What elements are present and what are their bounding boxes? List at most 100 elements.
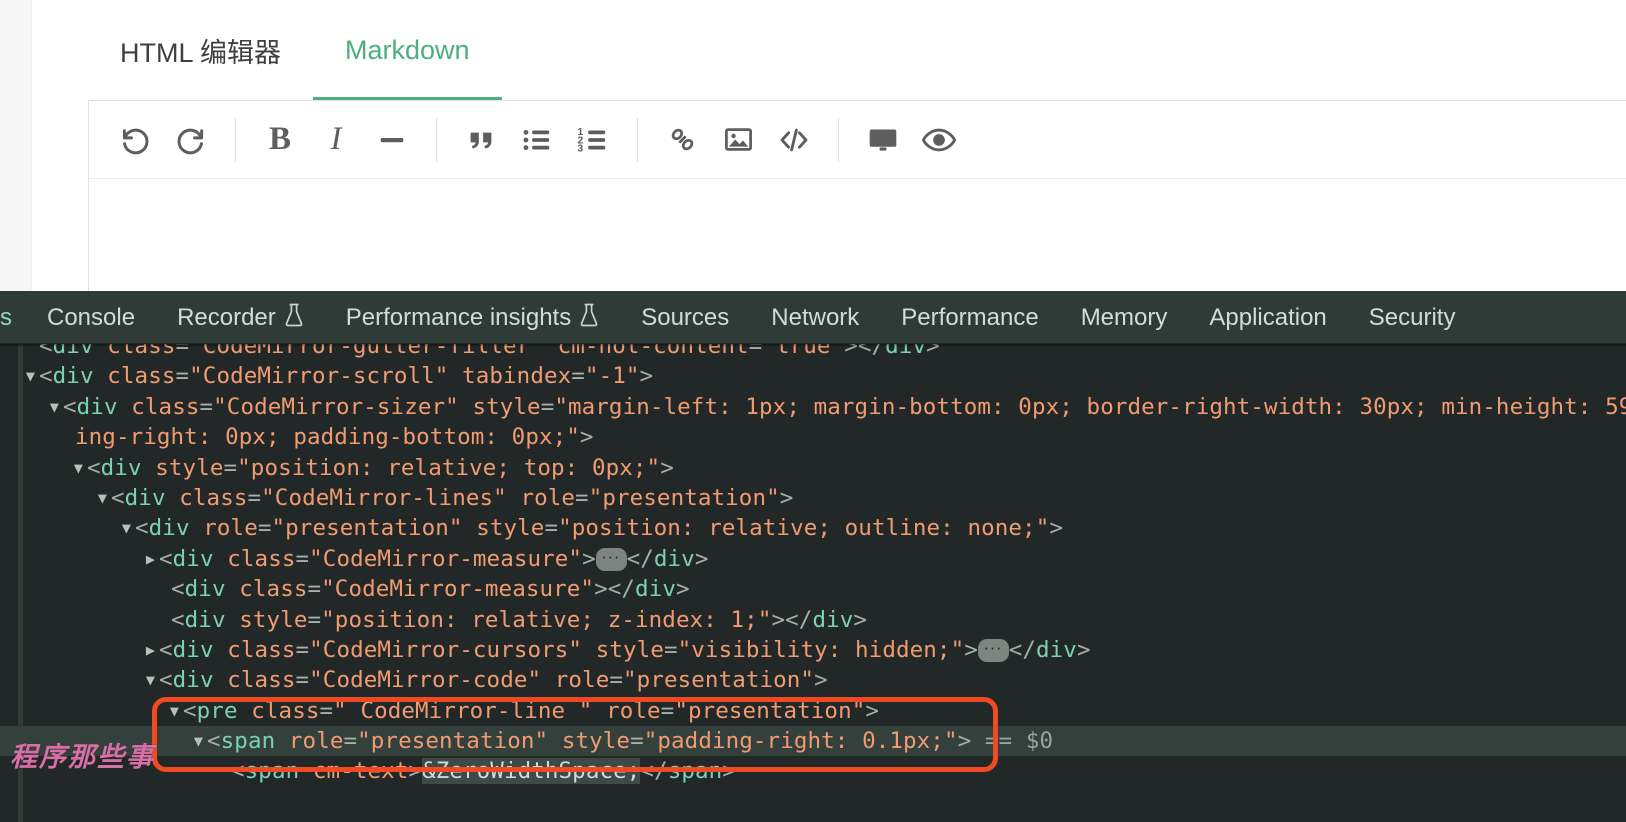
devtools-tab-application[interactable]: Application bbox=[1188, 291, 1347, 344]
markdown-text-area[interactable] bbox=[88, 179, 1626, 291]
dom-token-punc: > bbox=[814, 667, 828, 693]
dom-tree-row[interactable]: <div class="CodeMirror-measure"></div> bbox=[0, 574, 1626, 604]
dom-tree-row[interactable]: ▼<div role="presentation" style="positio… bbox=[0, 513, 1626, 543]
expand-triangle-icon[interactable]: ▶ bbox=[142, 635, 159, 665]
image-icon[interactable] bbox=[710, 112, 766, 168]
dom-token-punc: < bbox=[135, 515, 149, 541]
dom-tree-row[interactable]: <div style="position: relative; z-index:… bbox=[0, 605, 1626, 635]
dom-token-val: "CodeMirror-sizer" bbox=[213, 394, 459, 420]
devtools-tab-console[interactable]: Console bbox=[26, 291, 156, 344]
dom-token-tagn: div bbox=[635, 576, 676, 602]
redo-icon[interactable] bbox=[163, 112, 219, 168]
tab-markdown[interactable]: Markdown bbox=[313, 0, 502, 100]
dom-token-attr: role bbox=[190, 515, 258, 541]
quote-icon[interactable] bbox=[453, 112, 509, 168]
dom-token-val: "CodeMirror-measure" bbox=[309, 546, 582, 572]
dom-token-punc: < bbox=[231, 758, 245, 784]
devtools-tab-performance[interactable]: Performance bbox=[880, 291, 1059, 344]
devtools-tab-performance-insights[interactable]: Performance insights bbox=[325, 291, 620, 344]
editor-tab-strip: HTML 编辑器 Markdown bbox=[88, 0, 1626, 100]
dom-token-punc: = bbox=[664, 637, 678, 663]
dom-token-tagn: div bbox=[173, 546, 214, 572]
dom-token-tagn: div bbox=[149, 515, 190, 541]
experiment-flask-icon bbox=[579, 301, 599, 334]
dom-token-punc: = bbox=[200, 394, 214, 420]
undo-icon[interactable] bbox=[107, 112, 163, 168]
italic-icon[interactable]: I bbox=[308, 112, 364, 168]
dom-tree-row[interactable]: ▶<div class="CodeMirror-measure">···</di… bbox=[0, 544, 1626, 574]
dom-tree-row[interactable]: ▼<div class="CodeMirror-lines" role="pre… bbox=[0, 483, 1626, 513]
editor-tab-label: HTML 编辑器 bbox=[120, 31, 281, 70]
collapse-triangle-icon[interactable]: ▼ bbox=[166, 696, 183, 726]
devtools-tab-label: Recorder bbox=[177, 304, 276, 332]
dom-token-punc: = bbox=[258, 515, 272, 541]
collapse-triangle-icon[interactable]: ▼ bbox=[46, 392, 63, 422]
unordered-list-icon[interactable] bbox=[509, 112, 565, 168]
triangle-placeholder bbox=[154, 605, 171, 635]
dom-token-tagn: div bbox=[125, 485, 166, 511]
dom-token-tagn: div bbox=[812, 607, 853, 633]
dom-tree-row[interactable]: ▼<span role="presentation" style="paddin… bbox=[0, 726, 1626, 756]
collapse-triangle-icon[interactable]: ▼ bbox=[70, 453, 87, 483]
link-icon[interactable] bbox=[654, 112, 710, 168]
eye-preview-icon[interactable] bbox=[911, 112, 967, 168]
dom-token-punc: = bbox=[571, 363, 585, 389]
collapsed-children-ellipsis[interactable]: ··· bbox=[978, 639, 1009, 662]
devtools-tab-memory[interactable]: Memory bbox=[1060, 291, 1189, 344]
dom-token-punc: </ bbox=[627, 546, 654, 572]
dom-token-val: "true" bbox=[762, 344, 844, 359]
dom-token-attr: class bbox=[94, 344, 176, 359]
collapse-triangle-icon[interactable]: ▼ bbox=[22, 361, 39, 391]
devtools-tab-sources[interactable]: Sources bbox=[620, 291, 750, 344]
dom-token-punc: > bbox=[1077, 637, 1091, 663]
dom-token-punc: < bbox=[63, 394, 77, 420]
dom-tree-row[interactable]: <div class="CodeMirror-gutter-filler" cm… bbox=[0, 344, 1626, 361]
dom-token-attr: style bbox=[582, 637, 664, 663]
collapsed-children-ellipsis[interactable]: ··· bbox=[596, 548, 627, 571]
dom-token-punc: < bbox=[159, 546, 173, 572]
dom-tree-row[interactable]: ▼<div class="CodeMirror-scroll" tabindex… bbox=[0, 361, 1626, 391]
dom-tree-row[interactable]: ▼<div class="CodeMirror-sizer" style="ma… bbox=[0, 392, 1626, 422]
dom-tree-row[interactable]: ▼<div class="CodeMirror-code" role="pres… bbox=[0, 665, 1626, 695]
code-icon[interactable] bbox=[766, 112, 822, 168]
dom-token-punc: = bbox=[296, 667, 310, 693]
dom-token-attr: class bbox=[238, 698, 320, 724]
fullscreen-monitor-icon[interactable] bbox=[855, 112, 911, 168]
dom-token-attr: style bbox=[463, 515, 545, 541]
dom-token-punc: = bbox=[609, 667, 623, 693]
dom-token-tagn: div bbox=[185, 607, 226, 633]
ordered-list-icon[interactable]: 123 bbox=[565, 112, 621, 168]
editor-tab-label: Markdown bbox=[345, 35, 470, 66]
dom-tree-row[interactable]: ▼<div style="position: relative; top: 0p… bbox=[0, 453, 1626, 483]
toolbar-separator bbox=[235, 118, 236, 162]
dom-token-tagn: div bbox=[53, 344, 94, 359]
horizontal-rule-icon[interactable] bbox=[364, 112, 420, 168]
dom-token-attr: role bbox=[275, 728, 343, 754]
collapse-triangle-icon[interactable]: ▼ bbox=[94, 483, 111, 513]
dom-token-punc: </ bbox=[640, 758, 667, 784]
dom-token-punc: = bbox=[248, 485, 262, 511]
dom-token-attr: class bbox=[94, 363, 176, 389]
dom-token-attr: class bbox=[214, 667, 296, 693]
dom-token-punc: = bbox=[320, 698, 334, 724]
devtools-dom-tree[interactable]: <div class="CodeMirror-gutter-filler" cm… bbox=[0, 344, 1626, 822]
devtools-tab-security[interactable]: Security bbox=[1348, 291, 1477, 344]
collapse-triangle-icon[interactable]: ▼ bbox=[142, 665, 159, 695]
triangle-placeholder bbox=[154, 574, 171, 604]
dom-token-val: "position: relative; top: 0px;" bbox=[237, 455, 660, 481]
devtools-tab-recorder[interactable]: Recorder bbox=[156, 291, 325, 344]
bold-icon[interactable]: B bbox=[252, 112, 308, 168]
devtools-tab-bar: sConsole Recorder Performance insightsSour… bbox=[0, 291, 1626, 344]
dom-token-tagn: div bbox=[101, 455, 142, 481]
dom-tree-row[interactable]: ▼<pre class=" CodeMirror-line " role="pr… bbox=[0, 696, 1626, 726]
dom-token-punc: < bbox=[39, 344, 53, 359]
dom-tree-row[interactable]: ▶<div class="CodeMirror-cursors" style="… bbox=[0, 635, 1626, 665]
devtools-tab-elements-elided[interactable]: s bbox=[0, 291, 26, 344]
collapse-triangle-icon[interactable]: ▼ bbox=[118, 513, 135, 543]
dom-tree-row[interactable]: ing-right: 0px; padding-bottom: 0px;"> bbox=[0, 422, 1626, 452]
devtools-tab-network[interactable]: Network bbox=[750, 291, 880, 344]
dom-tree-row[interactable]: <span cm-text>&ZeroWidthSpace;</span> bbox=[0, 756, 1626, 786]
tab-html-editor[interactable]: HTML 编辑器 bbox=[88, 0, 313, 100]
collapse-triangle-icon[interactable]: ▼ bbox=[190, 726, 207, 756]
expand-triangle-icon[interactable]: ▶ bbox=[142, 544, 159, 574]
